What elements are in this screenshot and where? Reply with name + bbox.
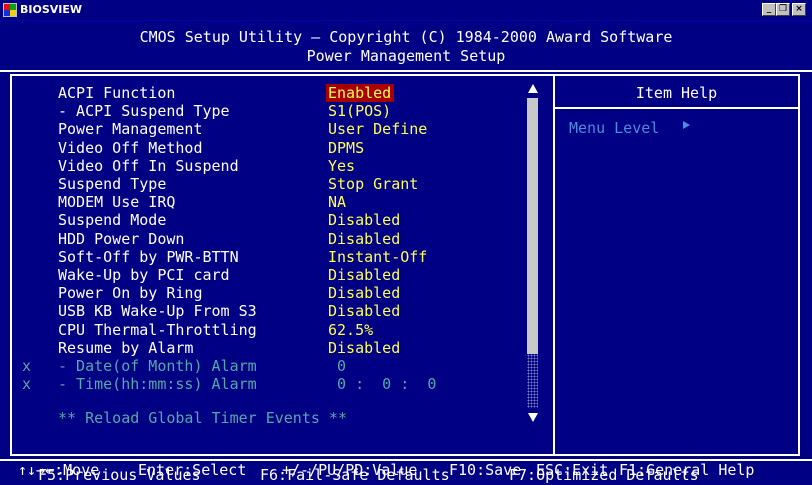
setting-value[interactable]: Disabled (326, 266, 403, 284)
award-bios-app-icon (3, 3, 17, 17)
setting-value[interactable]: Enabled (326, 84, 395, 102)
scroll-up-arrow-icon[interactable] (528, 84, 538, 93)
setting-label: ACPI Function (58, 84, 176, 102)
setting-label: Power Management (58, 120, 203, 139)
setting-label: Soft-Off by PWR-BTTN (58, 247, 239, 266)
setting-label: Wake-Up by PCI card (58, 266, 230, 284)
minimize-button[interactable]: _ (762, 3, 776, 16)
header-page-title: Power Management Setup (306, 47, 506, 65)
setting-label: - ACPI Suspend Type (58, 102, 230, 121)
restore-button[interactable]: ❐ (776, 3, 790, 16)
menu-level-arrow-icon (683, 121, 690, 129)
scroll-track[interactable] (527, 354, 538, 408)
setting-value[interactable]: DPMS (326, 139, 367, 157)
setting-value: 0 (328, 357, 347, 375)
help-separator (553, 74, 555, 456)
setting-row[interactable]: USB KB Wake-Up From S3 Disabled (0, 302, 530, 320)
setting-value[interactable]: Stop Grant (326, 175, 421, 193)
setting-label: Suspend Mode (58, 211, 167, 230)
setting-row[interactable]: Video Off In Suspend Yes (0, 157, 530, 175)
setting-value: 0 : 0 : 0 (328, 375, 437, 394)
setting-row[interactable]: Resume by Alarm Disabled (0, 339, 530, 357)
setting-row[interactable]: - ACPI Suspend Type S1(POS) (0, 102, 530, 120)
header-copyright: CMOS Setup Utility – Copyright (C) 1984-… (139, 28, 673, 46)
setting-row: x - Date(of Month) Alarm 0 (0, 357, 530, 375)
setting-label: Video Off In Suspend (58, 156, 239, 175)
item-help-title: Item Help (635, 84, 718, 102)
close-button[interactable]: × (792, 3, 806, 16)
setting-row[interactable]: CPU Thermal-Throttling 62.5% (0, 321, 530, 339)
setting-row[interactable]: Suspend Mode Disabled (0, 211, 530, 229)
disabled-marker: x (22, 357, 32, 375)
setting-value[interactable]: Instant-Off (326, 248, 430, 266)
setting-value[interactable]: NA (326, 193, 349, 211)
close-icon: × (795, 4, 803, 14)
settings-scrollbar[interactable] (527, 84, 539, 424)
setting-row[interactable]: Soft-Off by PWR-BTTN Instant-Off (0, 248, 530, 266)
footer-key-hint: F7:Optimized Defaults (509, 466, 699, 484)
setting-value[interactable]: S1(POS) (326, 102, 394, 120)
setting-row[interactable]: MODEM Use IRQ NA (0, 193, 530, 211)
minimize-icon: _ (766, 4, 772, 14)
setting-label: MODEM Use IRQ (58, 193, 176, 212)
setting-value[interactable]: Disabled (326, 284, 403, 302)
footer-key-hint: F6:Fail-Safe Defaults (260, 466, 450, 484)
setting-value[interactable]: Disabled (326, 230, 403, 248)
setting-value[interactable]: Disabled (326, 302, 403, 320)
setting-row[interactable]: HDD Power Down Disabled (0, 230, 530, 248)
setting-row[interactable]: Suspend Type Stop Grant (0, 175, 530, 193)
setting-label: Video Off Method (58, 138, 203, 157)
setting-label: Suspend Type (58, 175, 167, 193)
setting-row[interactable]: Video Off Method DPMS (0, 139, 530, 157)
window-title: BIOSVIEW (20, 3, 83, 16)
restore-icon: ❐ (778, 4, 788, 14)
setting-row[interactable]: Power On by Ring Disabled (0, 284, 530, 302)
setting-row[interactable]: ACPI Function Enabled (0, 84, 530, 102)
setting-value[interactable]: User Define (326, 120, 430, 138)
window-titlebar[interactable]: BIOSVIEW _ ❐ × (0, 0, 812, 21)
setting-label: USB KB Wake-Up From S3 (58, 302, 257, 321)
setting-row: x - Time(hh:mm:ss) Alarm 0 : 0 : 0 (0, 375, 530, 393)
header-divider (0, 70, 812, 72)
setting-value[interactable]: Disabled (326, 211, 403, 229)
disabled-marker: x (22, 375, 32, 394)
setting-label: CPU Thermal-Throttling (58, 320, 257, 339)
scroll-thumb[interactable] (527, 98, 538, 354)
help-header-rule (555, 107, 798, 109)
setting-value[interactable]: Yes (326, 157, 358, 175)
setting-label: Resume by Alarm (58, 338, 194, 357)
setting-label: - Date(of Month) Alarm (58, 357, 257, 375)
setting-row[interactable]: Power Management User Define (0, 120, 530, 138)
setting-value[interactable]: Disabled (326, 339, 403, 357)
menu-level-label: Menu Level (569, 119, 660, 137)
setting-value[interactable]: 62.5% (326, 321, 376, 339)
setting-label: HDD Power Down (58, 229, 185, 248)
footer-key-hint: F5:Previous Values (38, 466, 201, 484)
scroll-down-arrow-icon[interactable] (528, 413, 538, 422)
setting-label: - Time(hh:mm:ss) Alarm (58, 375, 257, 394)
setting-label: Power On by Ring (58, 284, 203, 303)
reload-global-timer-events[interactable]: ** Reload Global Timer Events ** (58, 409, 347, 427)
setting-row[interactable]: Wake-Up by PCI card Disabled (0, 266, 530, 284)
